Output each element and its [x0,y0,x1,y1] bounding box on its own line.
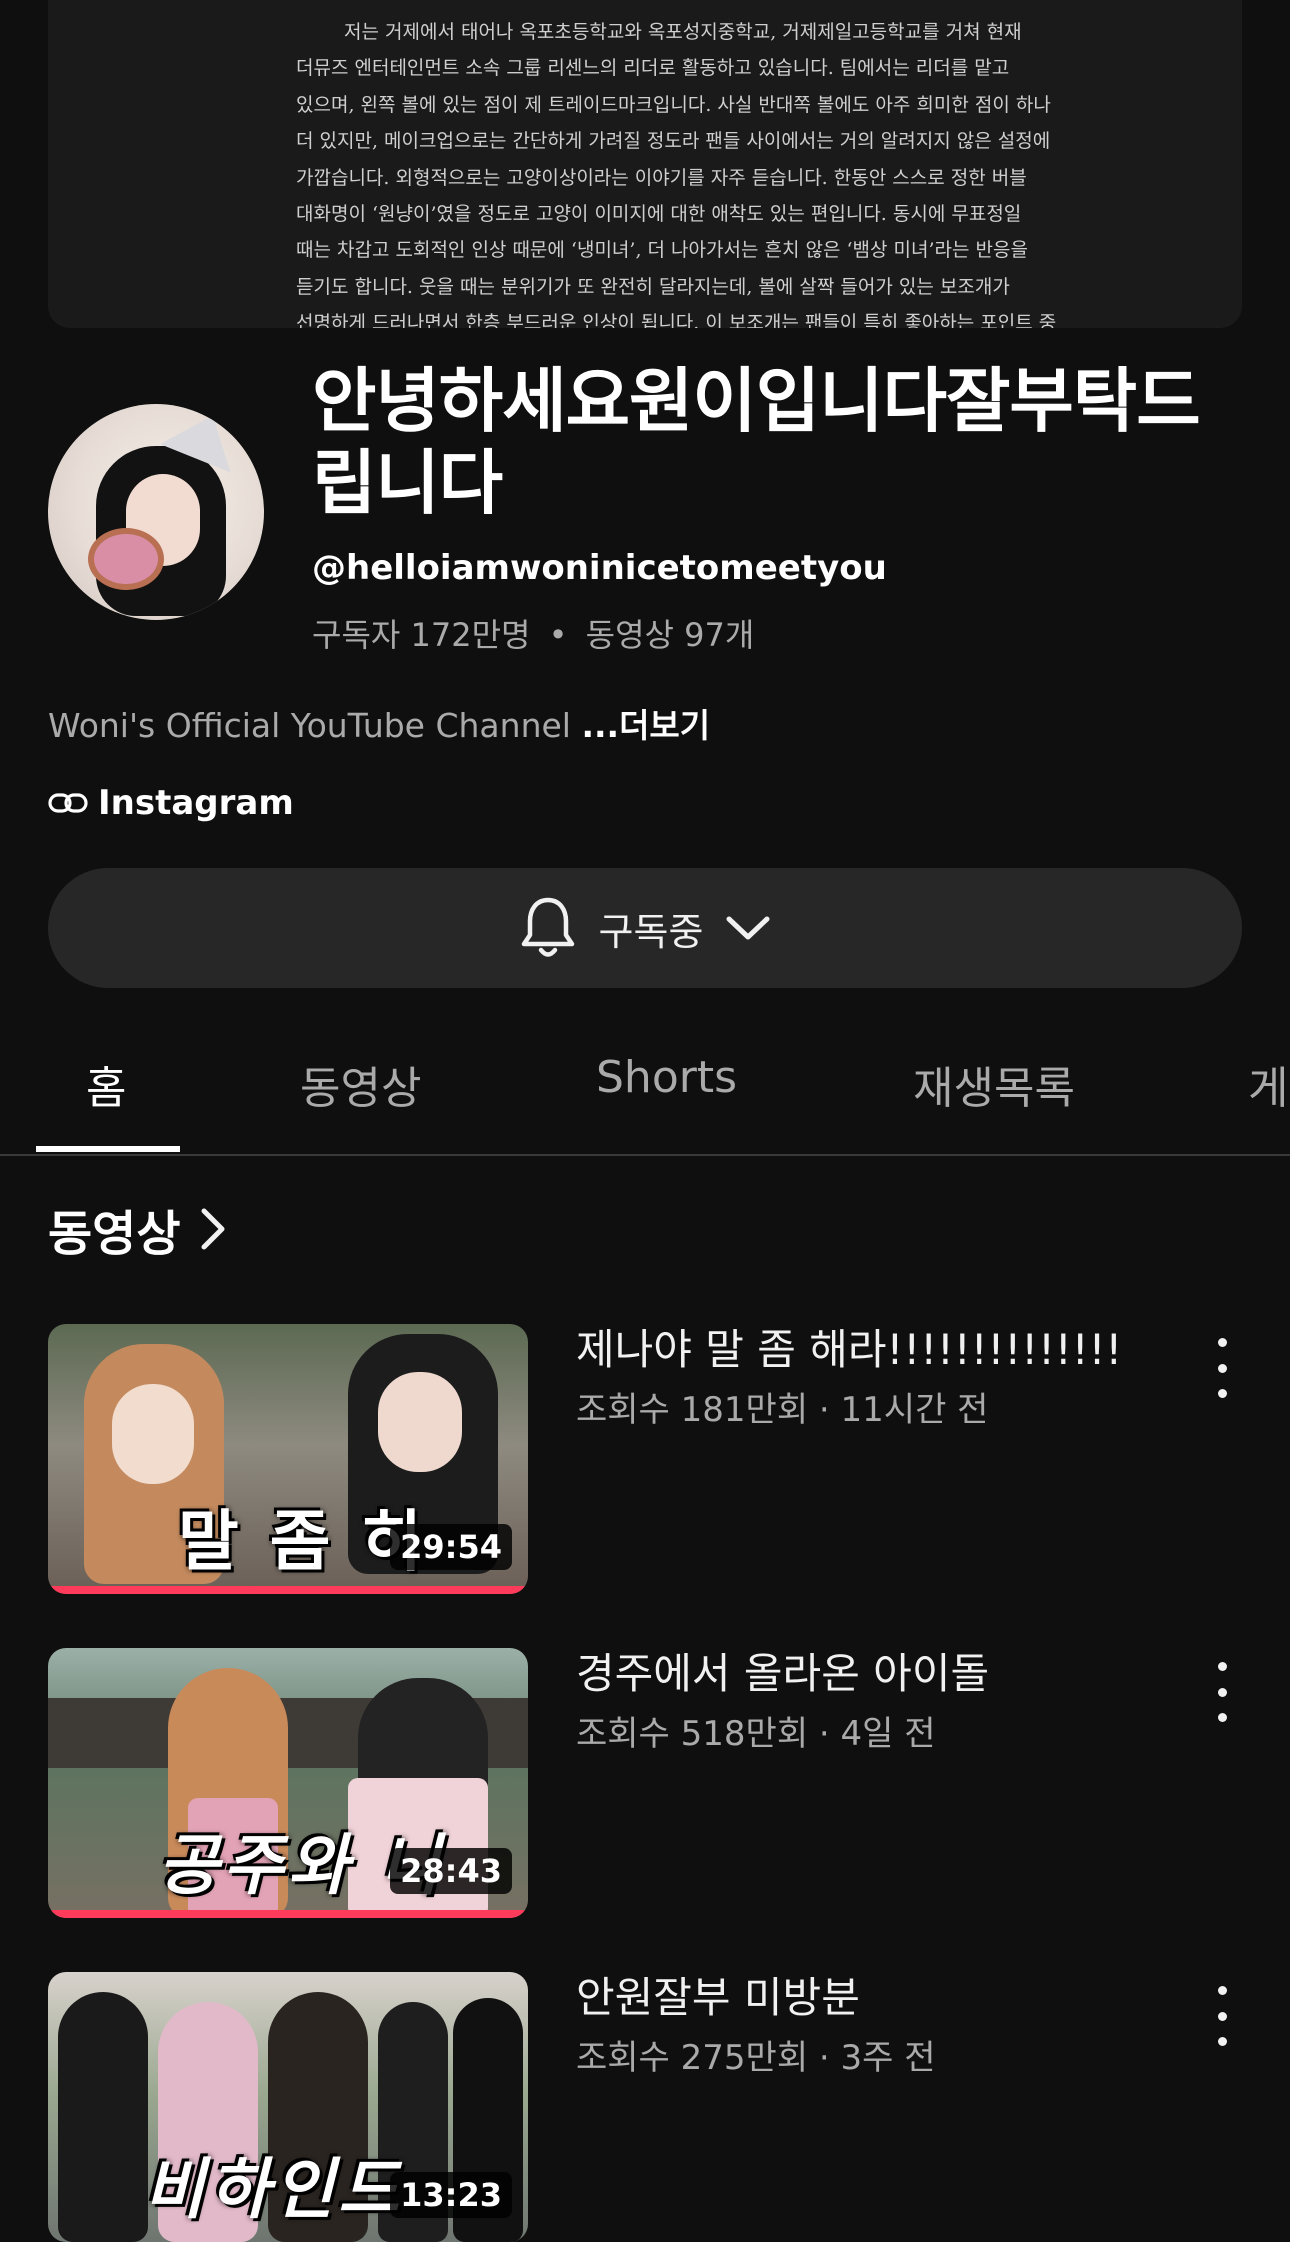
banner-line: 있으며, 왼쪽 볼에 있는 점이 제 트레이드마크입니다. 사실 반대쪽 볼에도… [296,93,1051,116]
channel-description[interactable]: Woni's Official YouTube Channel ...더보기 [48,699,710,747]
tab-shorts[interactable]: Shorts [596,1052,737,1103]
thumb-caption: 비하인드 [144,2151,403,2228]
banner-line: 때는 차갑고 도회적인 인상 때문에 ‘냉미녀’, 더 나아가서는 흔치 않은 … [296,239,1028,262]
video-item[interactable]: 공주와 니 28:43 경주에서 올라온 아이돌 조회수 518만회 · 4일 … [0,1648,1290,1918]
video-item[interactable]: 비하인드 13:23 안원잘부 미방분 조회수 275만회 · 3주 전 [0,1972,1290,2242]
watch-progress-bar [48,1586,528,1594]
thumb-figure [58,1992,148,2242]
section-videos-heading[interactable]: 동영상 [48,1194,228,1264]
tab-community[interactable]: 게 [1248,1052,1288,1116]
link-label: Instagram [98,783,294,823]
video-item[interactable]: 말 좀 히 29:54 제나야 말 좀 해라!!!!!!!!!!!!!! 조회수… [0,1324,1290,1594]
more-link[interactable]: ...더보기 [581,706,710,745]
section-title: 동영상 [48,1206,181,1262]
channel-link-instagram[interactable]: Instagram [48,783,294,823]
video-thumbnail[interactable]: 공주와 니 28:43 [48,1648,528,1918]
avatar-donut [88,528,164,590]
channel-handle: @helloiamwoninicetomeetyou [312,548,887,588]
tab-home[interactable]: 홈 [86,1052,126,1116]
link-icon [48,793,88,813]
banner-line: 가깝습니다. 외형적으로는 고양이상이라는 이야기를 자주 듣습니다. 한동안 … [296,166,1027,189]
video-thumbnail[interactable]: 비하인드 13:23 [48,1972,528,2242]
tab-videos[interactable]: 동영상 [300,1052,421,1116]
banner-line: 대화명이 ‘원냥이’였을 정도로 고양이 이미지에 대한 애착도 있는 편입니다… [296,203,1022,226]
video-meta: 조회수 181만회 · 11시간 전 [576,1390,989,1430]
watch-progress-bar [48,1910,528,1918]
video-meta: 조회수 275만회 · 3주 전 [576,2038,936,2078]
video-count: 동영상 97개 [585,616,755,654]
thumb-caption: 말 좀 히 [178,1503,427,1580]
video-thumbnail[interactable]: 말 좀 히 29:54 [48,1324,528,1594]
banner-line: 저는 거제에서 태어나 옥포초등학교와 옥포성지중학교, 거제제일고등학교를 거… [344,21,1022,43]
video-duration: 13:23 [390,2172,512,2218]
banner-line: 더 있지만, 메이크업으로는 간단하게 가려질 정도라 팬들 사이에서는 거의 … [296,130,1051,153]
video-meta: 조회수 518만회 · 4일 전 [576,1714,936,1754]
channel-name: 안녕하세요원이입니다잘부탁드립니다 [312,360,1201,524]
banner-line: 듣기도 합니다. 웃을 때는 분위기가 또 완전히 달라지는데, 볼에 살짝 들… [296,275,1010,298]
subscribed-label: 구독중 [598,909,704,954]
tab-active-indicator [36,1146,180,1152]
chevron-down-icon [726,916,770,940]
banner-line: 선명하게 드러나면서 한층 부드러운 인상이 됩니다. 이 보조개는 팬들이 특… [296,312,1057,328]
video-duration: 28:43 [390,1848,512,1894]
video-duration: 29:54 [390,1524,512,1570]
chevron-right-icon [201,1208,225,1250]
banner-line: 더뮤즈 엔터테인먼트 소속 그룹 리센느의 리더로 활동하고 있습니다. 팀에서… [296,57,1010,80]
bell-icon [521,897,574,957]
video-title[interactable]: 제나야 말 좀 해라!!!!!!!!!!!!!! [576,1324,1196,1376]
channel-banner: 저는 거제에서 태어나 옥포초등학교와 옥포성지중학교, 거제제일고등학교를 거… [48,0,1242,328]
more-vertical-icon[interactable] [1212,1338,1232,1398]
more-vertical-icon[interactable] [1212,1986,1232,2046]
description-text: Woni's Official YouTube Channel [48,706,571,745]
thumb-face [112,1384,194,1484]
video-title[interactable]: 경주에서 올라온 아이돌 [576,1648,1196,1700]
thumb-face [378,1372,462,1472]
video-title[interactable]: 안원잘부 미방분 [576,1972,1196,2024]
channel-tabs: 홈 동영상 Shorts 재생목록 게 [0,1030,1290,1156]
banner-text: 저는 거제에서 태어나 옥포초등학교와 옥포성지중학교, 거제제일고등학교를 거… [296,14,1076,328]
subscribed-button[interactable]: 구독중 [48,868,1242,988]
stats-separator: • [548,616,568,654]
subscriber-count: 구독자 172만명 [312,616,531,654]
more-vertical-icon[interactable] [1212,1662,1232,1722]
tab-playlists[interactable]: 재생목록 [913,1052,1075,1116]
channel-avatar[interactable] [48,404,264,620]
channel-stats: 구독자 172만명 • 동영상 97개 [312,610,754,656]
